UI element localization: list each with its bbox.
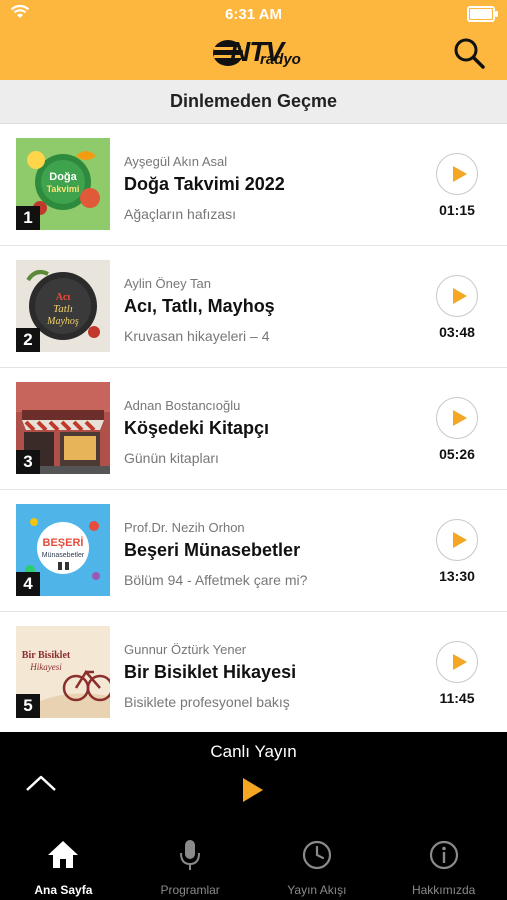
play-button[interactable] [436, 275, 478, 317]
tab-label: Programlar [160, 883, 220, 897]
logo-sub-text: radyo [260, 51, 301, 68]
episode-title: Bisiklete profesyonel bakış [124, 694, 290, 710]
info-icon [429, 840, 458, 870]
podcast-list: Doğa Takvimi 1 Ayşegül Akın Asal Doğa Ta… [0, 124, 507, 734]
rank-badge: 4 [16, 572, 40, 596]
rank-badge: 2 [16, 328, 40, 352]
tab-bar: Ana Sayfa Programlar Yayın Akışı Hakkımı… [0, 826, 507, 900]
program-title: Beşeri Münasebetler [124, 540, 301, 560]
episode-title: Günün kitapları [124, 450, 219, 466]
svg-text:Münasebetler: Münasebetler [42, 552, 85, 559]
program-title: Acı, Tatlı, Mayhoş [124, 296, 275, 316]
duration: 13:30 [439, 568, 475, 584]
live-label: Canlı Yayın [210, 742, 297, 761]
play-button[interactable] [436, 519, 478, 561]
ntv-radyo-logo: NTV radyo [212, 36, 301, 70]
svg-text:Hikayesi: Hikayesi [29, 662, 62, 672]
list-item[interactable]: Acı Tatlı Mayhoş 2 Aylin Öney Tan Acı, T… [0, 246, 507, 368]
status-time: 6:31 AM [225, 6, 282, 23]
list-item[interactable]: Doğa Takvimi 1 Ayşegül Akın Asal Doğa Ta… [0, 124, 507, 246]
svg-text:Acı: Acı [56, 292, 71, 303]
author-name: Aylin Öney Tan [124, 276, 211, 291]
svg-text:Mayhoş: Mayhoş [46, 316, 79, 327]
play-button[interactable] [436, 153, 478, 195]
chevron-up-icon [26, 775, 56, 791]
app-header: 6:31 AM NTV radyo [0, 0, 507, 80]
duration: 03:48 [439, 324, 475, 340]
program-title: Doğa Takvimi 2022 [124, 174, 285, 194]
live-play-button[interactable] [243, 778, 265, 804]
tab-label: Ana Sayfa [34, 883, 93, 897]
author-name: Ayşegül Akın Asal [124, 154, 228, 169]
play-button[interactable] [436, 397, 478, 439]
microphone-icon [180, 840, 201, 870]
search-button[interactable] [452, 36, 486, 70]
rank-badge: 1 [16, 206, 40, 230]
section-title: Dinlemeden Geçme [0, 80, 507, 124]
episode-title: Ağaçların hafızası [124, 206, 237, 222]
home-icon [48, 841, 79, 868]
program-title: Bir Bisiklet Hikayesi [124, 662, 297, 682]
episode-title: Bölüm 94 - Affetmek çare mi? [124, 572, 308, 588]
live-player-bar: Canlı Yayın [0, 732, 507, 826]
search-icon [454, 38, 485, 69]
episode-title: Kruvasan hikayeleri – 4 [124, 328, 270, 344]
list-item[interactable]: 3 Adnan Bostancıoğlu Köşedeki Kitapçı Gü… [0, 368, 507, 490]
svg-text:Doğa: Doğa [49, 171, 77, 183]
rank-badge: 3 [16, 450, 40, 474]
tab-home[interactable]: Ana Sayfa [0, 826, 127, 900]
author-name: Adnan Bostancıoğlu [124, 398, 241, 413]
program-title: Köşedeki Kitapçı [124, 418, 270, 438]
tab-programs[interactable]: Programlar [127, 826, 254, 900]
duration: 11:45 [439, 690, 475, 706]
status-bar: 6:31 AM [0, 0, 507, 28]
play-button[interactable] [436, 641, 478, 683]
battery-icon [467, 6, 498, 22]
tab-label: Hakkımızda [411, 883, 476, 897]
svg-text:Tatlı: Tatlı [53, 303, 73, 315]
tab-schedule[interactable]: Yayın Akışı [254, 826, 381, 900]
tab-about[interactable]: Hakkımızda [380, 826, 507, 900]
duration: 01:15 [439, 202, 475, 218]
list-item[interactable]: BEŞERİ Münasebetler 4 Prof.Dr. Nezih Orh… [0, 490, 507, 612]
tab-label: Yayın Akışı [287, 883, 347, 897]
expand-player-button[interactable] [24, 772, 58, 794]
rank-badge: 5 [16, 694, 40, 718]
author-name: Gunnur Öztürk Yener [124, 642, 247, 657]
svg-text:Bir Bisiklet: Bir Bisiklet [22, 650, 71, 661]
author-name: Prof.Dr. Nezih Orhon [124, 520, 245, 535]
duration: 05:26 [439, 446, 475, 462]
svg-text:Takvimi: Takvimi [47, 184, 80, 194]
svg-text:BEŞERİ: BEŞERİ [43, 536, 84, 549]
list-item[interactable]: Bir Bisiklet Hikayesi 5 Gunnur Öztürk Ye… [0, 612, 507, 734]
clock-icon [302, 840, 331, 870]
